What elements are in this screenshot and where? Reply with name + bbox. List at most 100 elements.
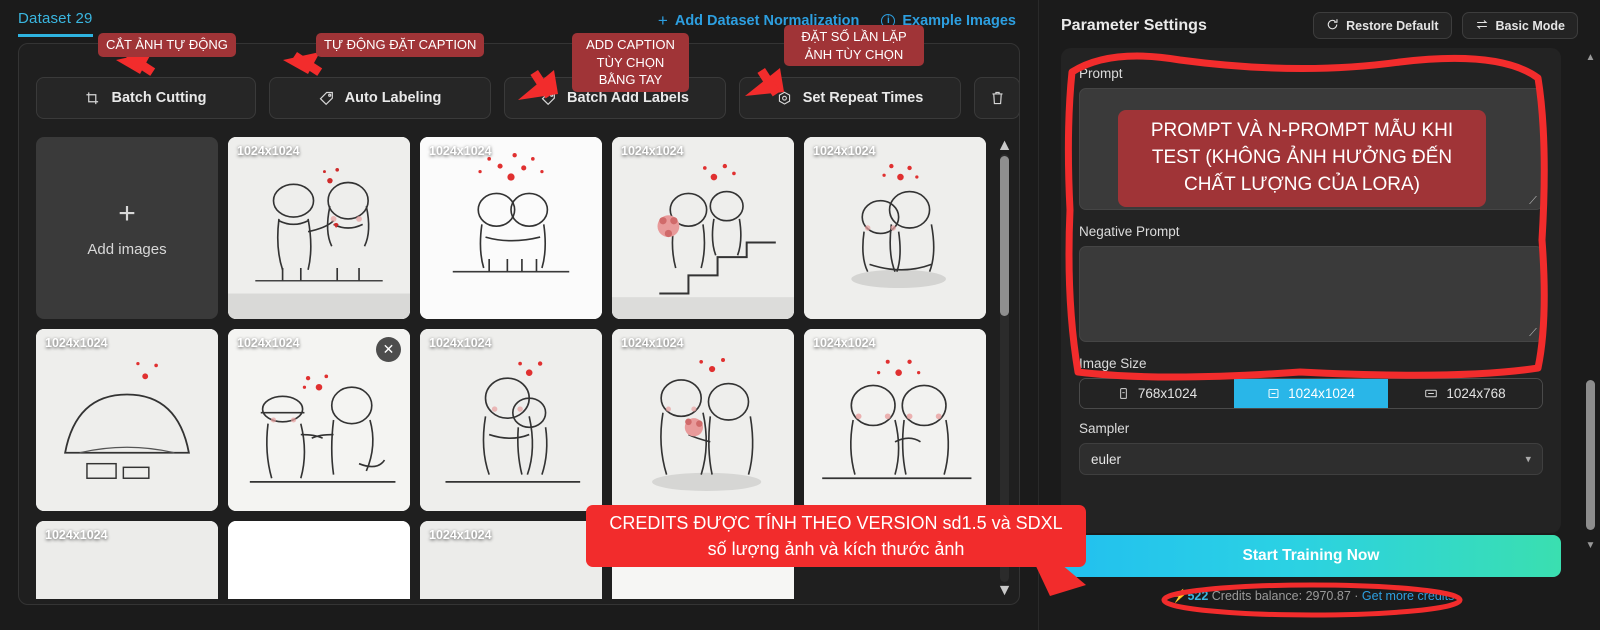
image-grid-scrollbar[interactable]: ▲ ▼ <box>997 137 1013 599</box>
thumbnail-item[interactable]: 1024x1024 ✕ <box>612 137 794 319</box>
prompt-input[interactable]: ⟋ <box>1079 88 1543 210</box>
thumbnail-item[interactable]: 1024x1024 ✕ <box>612 329 794 511</box>
auto-labeling-button[interactable]: Auto Labeling <box>269 77 491 119</box>
thumbnail-item[interactable]: 1024x1024 ✕ <box>420 521 602 599</box>
window-scrollbar[interactable]: ▲ ▼ <box>1583 52 1598 552</box>
thumb-resolution: 1024x1024 <box>45 336 108 350</box>
add-dataset-normalization-link[interactable]: + Add Dataset Normalization <box>658 11 859 31</box>
image-size-option-1024x768[interactable]: 1024x768 <box>1388 379 1542 408</box>
parameter-settings-header: Parameter Settings Restore Default Basic… <box>1061 12 1578 39</box>
sampler-select[interactable]: euler ▾ <box>1079 443 1543 475</box>
set-repeat-times-button[interactable]: Set Repeat Times <box>739 77 961 119</box>
basic-mode-button[interactable]: Basic Mode <box>1461 12 1578 39</box>
start-training-label: Start Training Now <box>1242 547 1380 564</box>
example-images-link[interactable]: i Example Images <box>881 13 1016 29</box>
scrollbar-thumb[interactable] <box>1000 156 1009 316</box>
thumbnail-item[interactable]: 1024x1024 ✕ <box>36 329 218 511</box>
plus-icon: + <box>118 196 136 230</box>
scrollbar-thumb[interactable] <box>1586 380 1595 530</box>
plus-icon: + <box>657 11 668 30</box>
thumb-resolution: 1024x1024 <box>813 336 876 350</box>
get-more-credits-link[interactable]: Get more credits <box>1362 589 1454 603</box>
landscape-icon <box>1424 387 1438 400</box>
bolt-icon: ⚡ <box>1171 589 1188 603</box>
add-images-label: Add images <box>87 240 167 258</box>
resize-handle-icon[interactable]: ⟋ <box>1527 327 1539 339</box>
tab-dataset-29[interactable]: Dataset 29 <box>18 10 93 37</box>
example-images-label: Example Images <box>902 13 1016 29</box>
image-size-label-0: 768x1024 <box>1137 386 1198 401</box>
credits-balance: Credits balance: 2970.87 <box>1211 589 1351 603</box>
thumbnail-item[interactable]: 1024x1024 ✕ <box>420 137 602 319</box>
thumb-resolution: 1024x1024 <box>621 144 684 158</box>
square-icon <box>1267 387 1280 400</box>
chevron-down-icon[interactable]: ▼ <box>1586 540 1596 552</box>
thumbnail-item[interactable]: 1024x1024 ✕ <box>36 521 218 599</box>
header-buttons: Restore Default Basic Mode <box>1313 12 1578 39</box>
thumbnail-item[interactable]: 1024x1024 ✕ <box>228 137 410 319</box>
trash-icon <box>990 90 1005 106</box>
settings-card: Prompt ⟋ Negative Prompt ⟋ Image Size 76… <box>1061 48 1561 533</box>
scrollbar-track[interactable] <box>1000 154 1009 582</box>
thumbnail-item[interactable]: ✕ <box>612 521 794 599</box>
image-size-option-1024x1024[interactable]: 1024x1024 <box>1234 379 1388 408</box>
dataset-tabbar: Dataset 29 <box>18 10 93 37</box>
parameter-settings-panel: Parameter Settings Restore Default Basic… <box>1038 0 1600 630</box>
thumb-resolution: 1024x1024 <box>429 336 492 350</box>
thumb-resolution: 1024x1024 <box>621 336 684 350</box>
scrollbar-track[interactable] <box>1583 64 1598 540</box>
negative-prompt-input[interactable]: ⟋ <box>1079 246 1543 342</box>
thumb-art <box>804 329 986 511</box>
image-size-label: Image Size <box>1079 356 1147 371</box>
tag-icon <box>319 91 334 106</box>
thumb-art <box>612 137 794 319</box>
image-grid: + Add images 1024x1024 1024x1024 1024x10… <box>36 137 1004 599</box>
thumb-art <box>612 521 794 599</box>
thumb-resolution: 1024x1024 <box>237 144 300 158</box>
chevron-down-icon[interactable]: ▼ <box>997 582 1013 599</box>
thumb-art <box>228 521 410 599</box>
delete-thumb-button[interactable]: ✕ <box>376 337 401 362</box>
dataset-card: Batch Cutting Auto Labeling Batch Add La… <box>18 43 1020 605</box>
info-circle-icon: i <box>881 14 896 28</box>
thumb-resolution: 1024x1024 <box>429 528 492 542</box>
credits-separator: · <box>1354 589 1359 603</box>
dataset-panel: Dataset 29 + Add Dataset Normalization i… <box>0 0 1038 630</box>
delete-dataset-button[interactable] <box>974 77 1019 119</box>
thumbnail-item[interactable]: 1024x1024 ✕ <box>228 329 410 511</box>
image-size-label-2: 1024x768 <box>1446 386 1506 401</box>
page-title: Parameter Settings <box>1061 16 1207 34</box>
thumb-art <box>612 329 794 511</box>
dataset-toolbar: Batch Cutting Auto Labeling Batch Add La… <box>36 77 1019 119</box>
batch-cutting-label: Batch Cutting <box>111 90 207 106</box>
restore-default-button[interactable]: Restore Default <box>1313 12 1452 39</box>
auto-labeling-label: Auto Labeling <box>344 90 442 106</box>
add-images-tile[interactable]: + Add images <box>36 137 218 319</box>
image-size-option-768x1024[interactable]: 768x1024 <box>1080 379 1234 408</box>
negative-prompt-label: Negative Prompt <box>1079 224 1180 239</box>
app-window: Dataset 29 + Add Dataset Normalization i… <box>0 0 1600 630</box>
resize-handle-icon[interactable]: ⟋ <box>1527 195 1539 207</box>
set-repeat-times-label: Set Repeat Times <box>802 90 924 106</box>
thumbnail-item[interactable]: 1024x1024 ✕ <box>420 329 602 511</box>
crop-icon <box>85 91 100 106</box>
repeat-hex-icon <box>777 91 792 106</box>
thumbnail-item[interactable]: 1024x1024 ✕ <box>804 137 986 319</box>
chevron-up-icon[interactable]: ▲ <box>997 137 1013 154</box>
image-grid-scroll-area[interactable]: + Add images 1024x1024 1024x1024 1024x10… <box>36 137 1004 599</box>
thumbnail-item[interactable]: 1024x1024 ✕ <box>804 329 986 511</box>
sampler-label: Sampler <box>1079 421 1130 436</box>
swap-arrows-icon <box>1475 18 1489 34</box>
start-training-button[interactable]: Start Training Now <box>1061 535 1561 577</box>
chevron-up-icon[interactable]: ▲ <box>1586 52 1596 64</box>
thumb-resolution: 1024x1024 <box>237 336 300 350</box>
batch-add-labels-button[interactable]: Batch Add Labels <box>504 77 726 119</box>
thumb-resolution: 1024x1024 <box>429 144 492 158</box>
batch-cutting-button[interactable]: Batch Cutting <box>36 77 256 119</box>
credits-line: -⚡522 Credits balance: 2970.87 · Get mor… <box>1061 589 1561 604</box>
tag-icon <box>541 91 556 106</box>
thumbnail-item[interactable]: ✕ <box>228 521 410 599</box>
thumb-art <box>36 329 218 511</box>
basic-mode-label: Basic Mode <box>1495 18 1565 33</box>
top-links: + Add Dataset Normalization i Example Im… <box>658 11 1016 31</box>
